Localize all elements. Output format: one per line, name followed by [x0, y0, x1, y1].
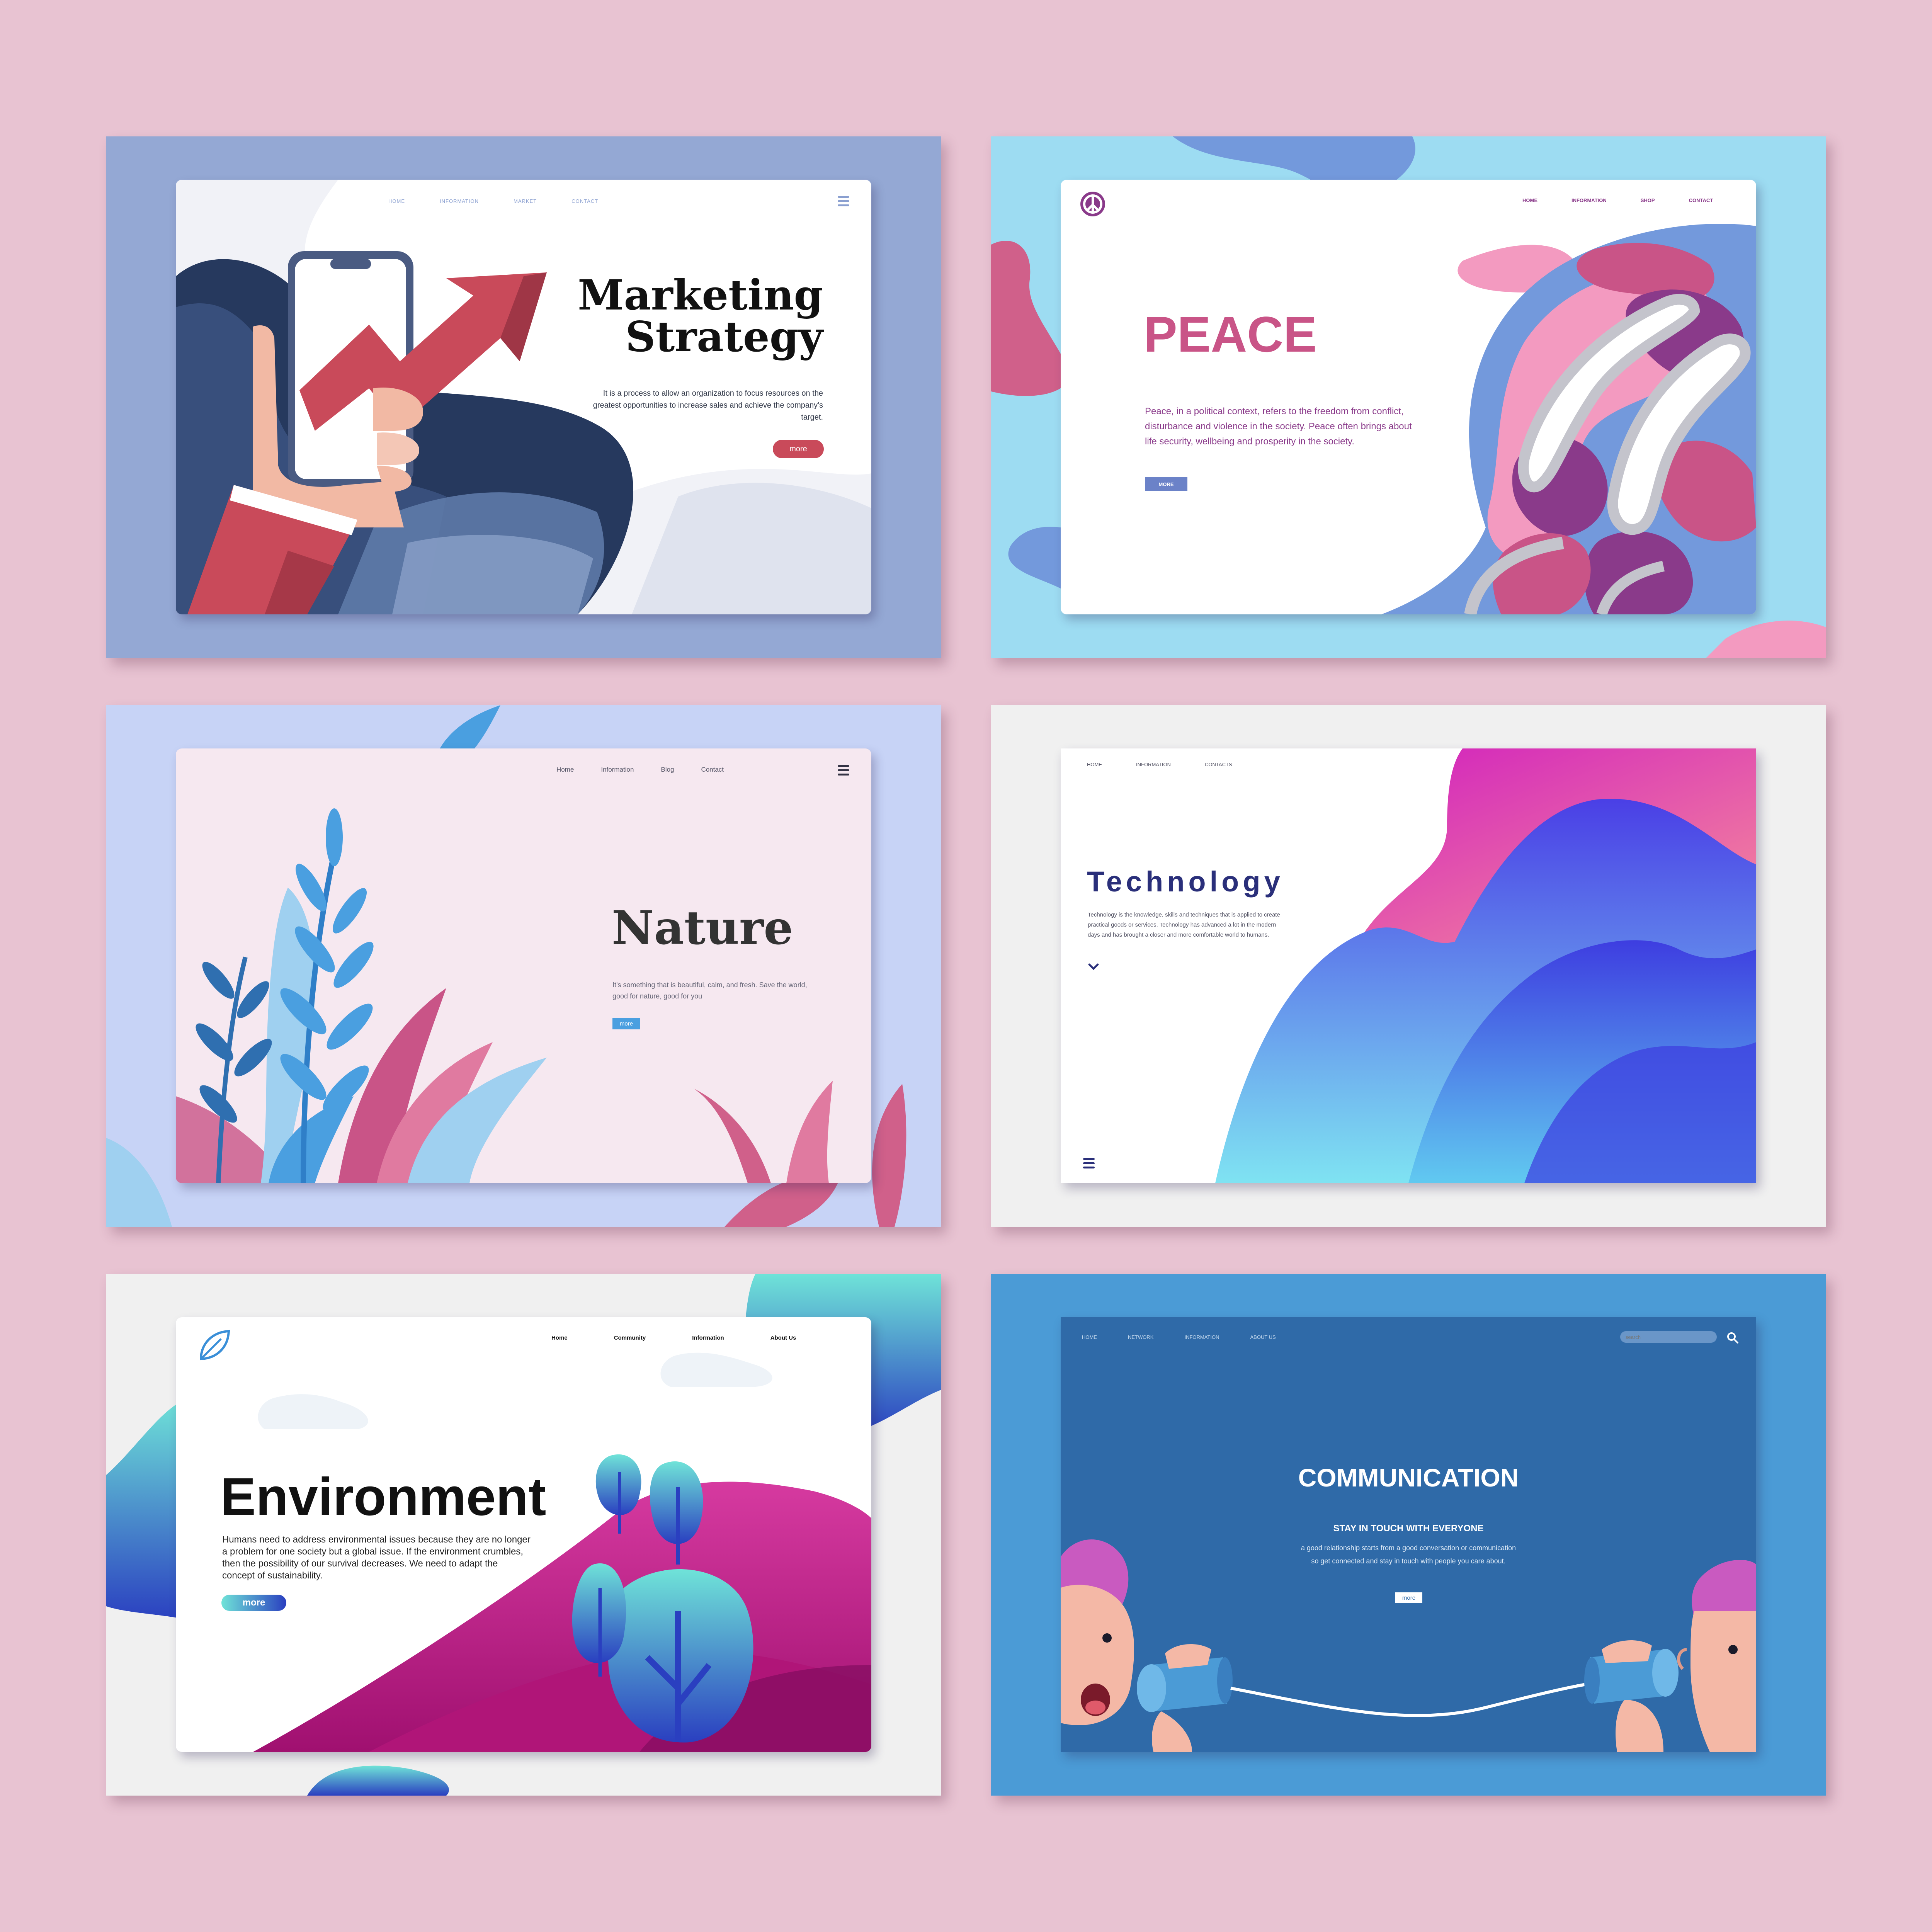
environment-nav: Home Community Information About Us: [551, 1332, 796, 1344]
technology-page: HOME INFORMATION CONTACTS Technology Tec…: [1061, 748, 1756, 1183]
search-input[interactable]: [1620, 1331, 1717, 1343]
nav-home[interactable]: Home: [551, 1335, 568, 1341]
nature-panel: Home Information Blog Contact Nature It'…: [106, 705, 941, 1227]
nav-shop[interactable]: SHOP: [1641, 197, 1655, 203]
peace-page: HOME INFORMATION SHOP CONTACT PEACE Peac…: [1061, 180, 1756, 614]
marketing-nav: HOME INFORMATION MARKET CONTACT: [388, 195, 598, 207]
nature-title: Nature: [612, 901, 793, 955]
nav-home[interactable]: HOME: [1087, 762, 1102, 767]
communication-subtitle: STAY IN TOUCH WITH EVERYONE: [1333, 1523, 1484, 1534]
environment-more-button[interactable]: more: [221, 1595, 286, 1611]
communication-more-button[interactable]: more: [1395, 1592, 1422, 1603]
communication-illustration: [1061, 1539, 1756, 1752]
peace-illustration: [1381, 224, 1756, 614]
environment-title: Environment: [220, 1467, 546, 1527]
communication-description: a good relationship starts from a good c…: [1301, 1544, 1516, 1565]
marketing-more-button[interactable]: more: [773, 440, 824, 458]
marketing-description: It is a process to allow an organization…: [593, 389, 823, 422]
nature-nav: Home Information Blog Contact: [556, 764, 724, 776]
peace-title: PEACE: [1144, 306, 1317, 362]
nav-about-us[interactable]: About Us: [770, 1335, 796, 1341]
technology-illustration: [1215, 748, 1756, 1183]
technology-title: Technology: [1087, 866, 1284, 898]
nav-contacts[interactable]: CONTACTS: [1205, 762, 1232, 767]
marketing-page: HOME INFORMATION MARKET CONTACT Marketin…: [176, 180, 871, 614]
environment-page: Home Community Information About Us Envi…: [176, 1317, 871, 1752]
nav-information[interactable]: Information: [601, 766, 634, 774]
chevron-down-icon[interactable]: [1088, 963, 1099, 971]
nav-home[interactable]: Home: [556, 766, 574, 774]
nav-contact[interactable]: Contact: [701, 766, 724, 774]
marketing-title-line1: Marketing: [578, 271, 823, 320]
hamburger-icon[interactable]: [838, 196, 849, 209]
nav-network[interactable]: NETWORK: [1128, 1334, 1153, 1340]
marketing-panel: HOME INFORMATION MARKET CONTACT Marketin…: [106, 136, 941, 658]
nature-page: Home Information Blog Contact Nature It'…: [176, 748, 871, 1183]
communication-panel: HOME NETWORK INFORMATION ABOUT US COMMUN…: [991, 1274, 1826, 1796]
nature-illustration: [176, 808, 833, 1183]
nav-contact[interactable]: CONTACT: [1689, 197, 1713, 203]
nav-community[interactable]: Community: [614, 1335, 646, 1341]
mockup-board: { "colors": { "board_background": "#e8c3…: [0, 0, 1932, 1932]
nav-contact[interactable]: CONTACT: [571, 198, 598, 204]
nav-home[interactable]: HOME: [1522, 197, 1537, 203]
technology-panel: HOME INFORMATION CONTACTS Technology Tec…: [991, 705, 1826, 1227]
nav-information[interactable]: INFORMATION: [1184, 1334, 1219, 1340]
peace-symbol-icon[interactable]: [1079, 190, 1106, 218]
nav-home[interactable]: HOME: [1082, 1334, 1097, 1340]
hamburger-icon[interactable]: [1083, 1158, 1095, 1171]
nav-information[interactable]: INFORMATION: [440, 198, 479, 204]
communication-page: HOME NETWORK INFORMATION ABOUT US COMMUN…: [1061, 1317, 1756, 1752]
nature-more-button[interactable]: more: [612, 1018, 640, 1029]
nav-market[interactable]: MARKET: [514, 198, 537, 204]
nav-blog[interactable]: Blog: [661, 766, 674, 774]
marketing-title-line2: Strategy: [625, 313, 823, 361]
leaf-icon[interactable]: [197, 1328, 232, 1363]
nav-information[interactable]: INFORMATION: [1136, 762, 1171, 767]
peace-panel: HOME INFORMATION SHOP CONTACT PEACE Peac…: [991, 136, 1826, 658]
nav-information[interactable]: INFORMATION: [1571, 197, 1607, 203]
technology-nav: HOME INFORMATION CONTACTS: [1087, 759, 1232, 769]
marketing-title: Marketing Strategy: [578, 274, 823, 358]
peace-nav: HOME INFORMATION SHOP CONTACT: [1522, 194, 1713, 206]
nav-home[interactable]: HOME: [388, 198, 405, 204]
nav-about-us[interactable]: ABOUT US: [1250, 1334, 1276, 1340]
nature-description: It's something that is beautiful, calm, …: [612, 981, 807, 1000]
peace-description: Peace, in a political context, refers to…: [1145, 406, 1412, 447]
environment-description: Humans need to address environmental iss…: [222, 1534, 531, 1581]
environment-panel: Home Community Information About Us Envi…: [106, 1274, 941, 1796]
technology-description: Technology is the knowledge, skills and …: [1088, 912, 1280, 938]
peace-more-button[interactable]: MORE: [1145, 477, 1187, 491]
nav-information[interactable]: Information: [692, 1335, 724, 1341]
communication-nav: HOME NETWORK INFORMATION ABOUT US: [1082, 1332, 1276, 1342]
communication-title: COMMUNICATION: [1298, 1463, 1519, 1492]
hamburger-icon[interactable]: [838, 765, 849, 778]
search-icon[interactable]: [1726, 1331, 1739, 1344]
